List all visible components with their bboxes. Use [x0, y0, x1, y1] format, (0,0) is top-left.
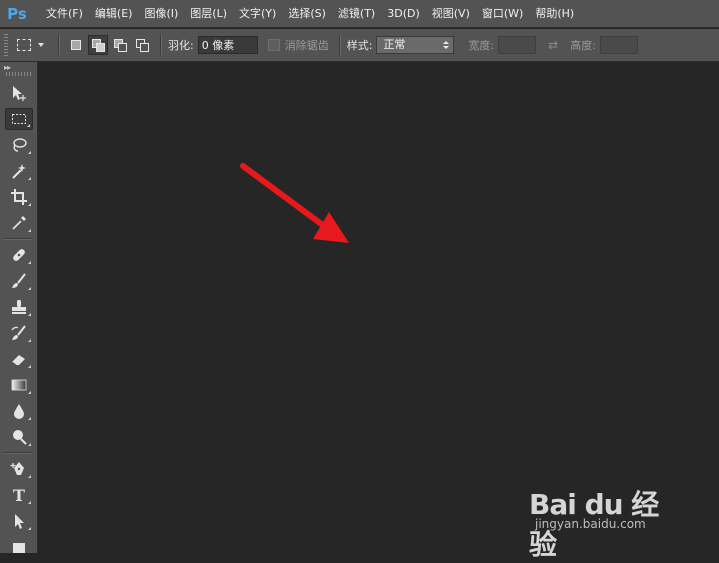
flyout-indicator-icon [28, 151, 31, 154]
menu-view[interactable]: 视图(V) [426, 0, 476, 28]
move-icon[interactable] [5, 82, 33, 104]
flyout-indicator-icon [28, 365, 31, 368]
flyout-indicator-icon [28, 339, 31, 342]
document-canvas-area[interactable] [38, 62, 719, 553]
menu-select[interactable]: 选择(S) [282, 0, 332, 28]
menu-edit[interactable]: 编辑(E) [89, 0, 139, 28]
menu-image[interactable]: 图像(I) [138, 0, 184, 28]
eyedropper-icon[interactable] [5, 212, 33, 234]
flyout-indicator-icon [28, 287, 31, 290]
flyout-indicator-icon [28, 313, 31, 316]
clone-stamp-icon[interactable] [5, 296, 33, 318]
rect-marquee-icon[interactable] [14, 36, 34, 54]
flyout-indicator-icon [28, 229, 31, 232]
height-label: 高度: [570, 39, 596, 52]
flyout-indicator-icon [27, 124, 30, 127]
flyout-indicator-icon [28, 261, 31, 264]
gradient-icon[interactable] [5, 374, 33, 396]
subtract-from-selection-icon[interactable] [110, 35, 130, 55]
crop-icon[interactable] [5, 186, 33, 208]
height-input[interactable] [599, 36, 638, 54]
intersect-selection-icon[interactable] [132, 35, 152, 55]
blur-icon[interactable] [5, 400, 33, 422]
flyout-indicator-icon [28, 417, 31, 420]
menu-3d[interactable]: 3D(D) [381, 0, 426, 28]
watermark-url: jingyan.baidu.com [535, 517, 646, 531]
swap-arrows-icon[interactable]: ⇄ [548, 38, 558, 52]
updown-chevron-icon [443, 41, 450, 49]
antialias-checkbox[interactable] [267, 39, 280, 51]
baidu-jingyan-watermark: Bai du 经验 jingyan.baidu.com [529, 483, 679, 561]
menu-window[interactable]: 窗口(W) [476, 0, 529, 28]
options-bar-grip[interactable] [4, 34, 8, 56]
toolbox: ▸▸ T [0, 62, 38, 553]
rect-marquee-icon[interactable] [5, 108, 33, 130]
toolbox-collapse-icon[interactable]: ▸▸ [0, 62, 37, 72]
new-selection-icon[interactable] [66, 35, 86, 55]
lasso-icon[interactable] [5, 134, 33, 156]
magic-wand-icon[interactable] [5, 160, 33, 182]
healing-brush-icon[interactable] [5, 244, 33, 266]
menu-layer[interactable]: 图层(L) [184, 0, 233, 28]
menu-file[interactable]: 文件(F) [40, 0, 89, 28]
options-divider [58, 35, 60, 55]
history-brush-icon[interactable] [5, 322, 33, 344]
shape-icon[interactable] [5, 536, 33, 558]
flyout-indicator-icon [28, 177, 31, 180]
menu-help[interactable]: 帮助(H) [529, 0, 580, 28]
red-arrow-annotation [240, 163, 349, 243]
style-select[interactable]: 正常 [376, 36, 455, 54]
style-label: 样式: [346, 39, 373, 52]
photoshop-logo: Ps [7, 4, 27, 23]
menu-filter[interactable]: 滤镜(T) [332, 0, 381, 28]
options-divider [338, 35, 341, 55]
type-glyph: T [13, 485, 25, 505]
path-selection-icon[interactable] [5, 510, 33, 532]
antialias-label: 消除锯齿 [284, 39, 329, 52]
toolbox-divider [4, 452, 33, 454]
eraser-icon[interactable] [5, 348, 33, 370]
dodge-icon[interactable] [5, 426, 33, 448]
options-divider [160, 35, 162, 55]
menu-bar: Ps 文件(F) 编辑(E) 图像(I) 图层(L) 文字(Y) 选择(S) 滤… [0, 0, 719, 28]
type-icon[interactable]: T [5, 484, 33, 506]
width-input[interactable] [498, 36, 537, 54]
pen-icon[interactable] [5, 458, 33, 480]
flyout-indicator-icon [28, 475, 31, 478]
flyout-indicator-icon [28, 501, 31, 504]
feather-label: 羽化: [168, 39, 194, 52]
feather-input[interactable]: 0 像素 [197, 36, 258, 54]
style-select-value: 正常 [383, 38, 406, 51]
brush-icon[interactable] [5, 270, 33, 292]
menu-type[interactable]: 文字(Y) [233, 0, 282, 28]
toolbox-grip[interactable] [6, 72, 31, 76]
flyout-indicator-icon [28, 391, 31, 394]
width-label: 宽度: [468, 39, 495, 52]
toolbox-divider [4, 238, 33, 240]
add-to-selection-icon[interactable] [88, 35, 108, 55]
tool-preset-dropdown-icon[interactable] [38, 43, 44, 47]
flyout-indicator-icon [28, 527, 31, 530]
flyout-indicator-icon [28, 203, 31, 206]
options-bar: 羽化: 0 像素 消除锯齿 样式: 正常 宽度: ⇄ 高度: [0, 29, 719, 62]
flyout-indicator-icon [28, 443, 31, 446]
